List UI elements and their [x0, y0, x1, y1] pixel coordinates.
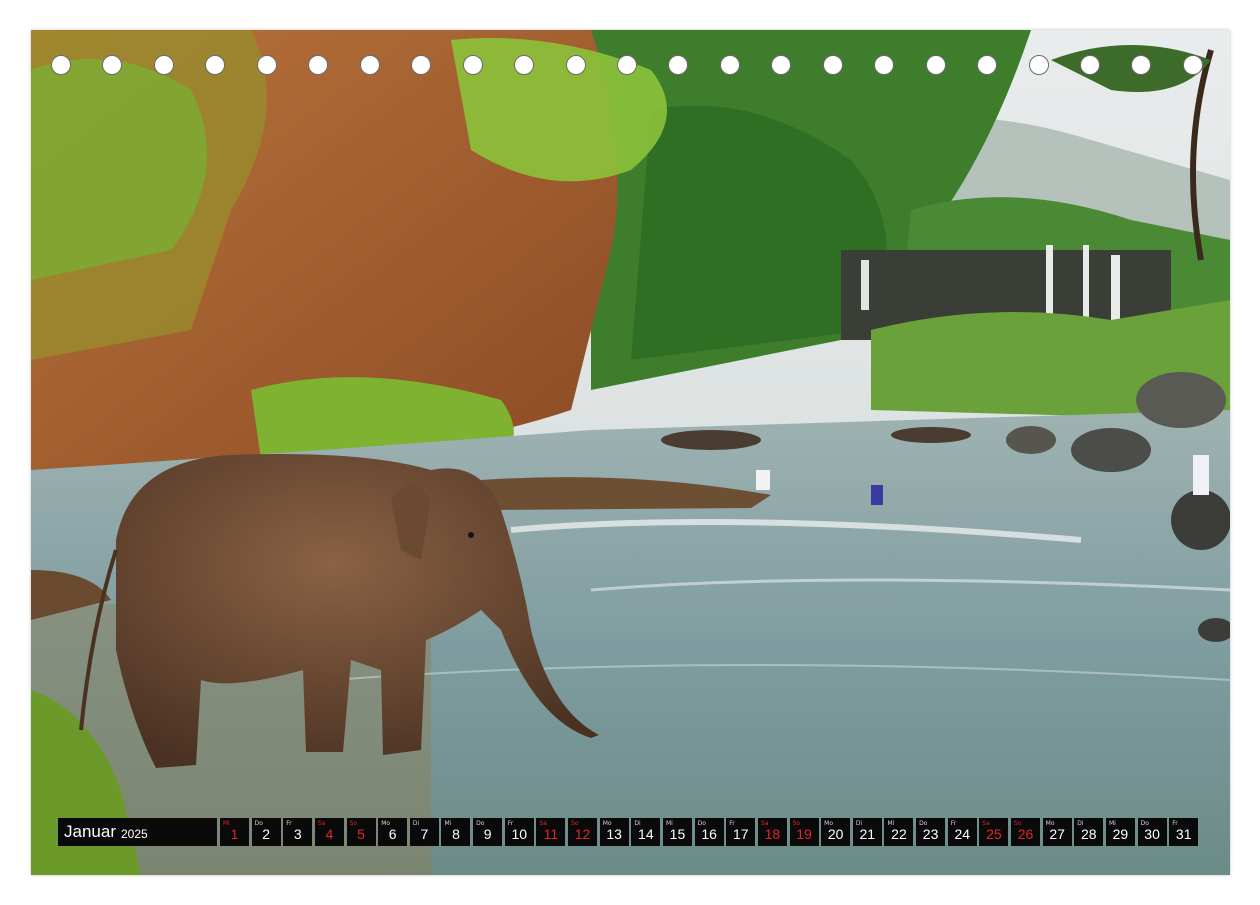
day-cell: Mi 8	[441, 818, 471, 846]
binding-hole	[977, 55, 998, 75]
day-cell: Mo 27	[1042, 818, 1072, 846]
day-number: 24	[954, 826, 971, 842]
day-cell: Fr 3	[283, 818, 313, 846]
day-cell: Do 30	[1137, 818, 1167, 846]
day-cell: Sa 11	[536, 818, 566, 846]
day-number: 25	[986, 826, 1002, 842]
day-cell: Do 23	[916, 818, 946, 846]
binding-hole	[1028, 55, 1049, 75]
binding-hole	[1131, 55, 1152, 75]
day-number: 14	[638, 826, 654, 842]
binding-hole	[1080, 55, 1100, 75]
month-label: Januar 2025	[58, 818, 217, 846]
day-cell: So 5	[346, 818, 376, 846]
day-cell: Fr 10	[504, 818, 534, 846]
binding-hole	[308, 55, 329, 75]
day-cell: Di 21	[852, 818, 882, 846]
binding-hole	[51, 55, 71, 75]
month-year: 2025	[120, 826, 148, 841]
binding-hole	[822, 55, 843, 75]
day-cell: Sa 25	[979, 818, 1009, 846]
day-cell: Mo 13	[599, 818, 629, 846]
day-cell: Do 16	[694, 818, 724, 846]
elephant-river-photo	[31, 30, 1230, 875]
binding-hole	[102, 55, 123, 75]
day-number: 8	[452, 826, 460, 842]
day-cell: So 19	[789, 818, 819, 846]
binding-holes	[51, 55, 1211, 79]
day-cell: Di 14	[631, 818, 661, 846]
day-number: 20	[827, 826, 844, 842]
day-number: 19	[796, 826, 812, 842]
month-name: Januar	[64, 822, 116, 841]
binding-hole	[205, 55, 226, 75]
day-number: 16	[701, 826, 717, 842]
day-cell: Di 28	[1074, 818, 1104, 846]
day-number: 7	[420, 826, 429, 842]
calendar-page: Januar 2025 Mi 1 Do 2 Fr 3 Sa 4 So 5 Mo 6 Di 7 Mi 8 Do 9 F…	[0, 0, 1260, 905]
landscape-illustration	[31, 30, 1230, 875]
day-number: 26	[1017, 826, 1034, 842]
day-cell: Fr 31	[1169, 818, 1199, 846]
day-cell: Fr 17	[726, 818, 756, 846]
calendar-strip: Januar 2025 Mi 1 Do 2 Fr 3 Sa 4 So 5 Mo 6 Di 7 Mi 8 Do 9 F…	[58, 818, 1201, 846]
day-number: 28	[1081, 826, 1097, 842]
binding-hole	[153, 55, 174, 75]
day-number: 27	[1049, 826, 1065, 842]
day-number: 3	[293, 826, 302, 842]
day-number: 30	[1144, 826, 1160, 842]
binding-hole	[668, 55, 689, 75]
day-cell: Mi 22	[884, 818, 914, 846]
day-number: 17	[732, 826, 749, 842]
binding-hole	[719, 55, 740, 75]
binding-hole	[359, 55, 380, 75]
binding-hole	[462, 55, 483, 75]
day-cell: Sa 18	[757, 818, 787, 846]
binding-hole	[874, 55, 895, 75]
day-cell: Mi 15	[662, 818, 692, 846]
binding-hole	[925, 55, 946, 75]
day-number: 15	[669, 826, 686, 842]
day-number: 5	[357, 826, 365, 842]
binding-hole	[411, 55, 432, 75]
day-number: 11	[543, 826, 559, 842]
binding-hole	[616, 55, 637, 75]
day-number: 31	[1175, 826, 1192, 842]
binding-hole	[514, 55, 535, 75]
day-cell: Do 9	[473, 818, 503, 846]
day-cell: Fr 24	[947, 818, 977, 846]
day-number: 4	[325, 826, 334, 842]
day-number: 9	[483, 826, 492, 842]
day-cell: So 12	[568, 818, 598, 846]
binding-hole	[565, 55, 586, 75]
day-number: 18	[764, 826, 781, 842]
day-number: 29	[1112, 826, 1129, 842]
binding-hole	[771, 55, 792, 75]
binding-hole	[1182, 55, 1203, 75]
day-number: 21	[859, 826, 876, 842]
day-cell: Di 7	[409, 818, 439, 846]
day-cell: So 26	[1011, 818, 1041, 846]
day-cell: Mi 29	[1105, 818, 1135, 846]
day-number: 2	[262, 826, 271, 842]
day-number: 1	[230, 826, 239, 842]
day-cell: Mi 1	[220, 818, 249, 846]
day-cell: Mo 20	[821, 818, 851, 846]
day-cell: Do 2	[251, 818, 281, 846]
binding-hole	[256, 55, 277, 75]
day-cell: Sa 4	[314, 818, 344, 846]
day-number: 6	[388, 826, 397, 842]
day-number: 13	[606, 826, 622, 842]
day-number: 23	[922, 826, 939, 842]
day-number: 12	[574, 826, 591, 842]
day-number: 10	[511, 826, 528, 842]
day-number: 22	[891, 826, 907, 842]
day-cell: Mo 6	[378, 818, 408, 846]
